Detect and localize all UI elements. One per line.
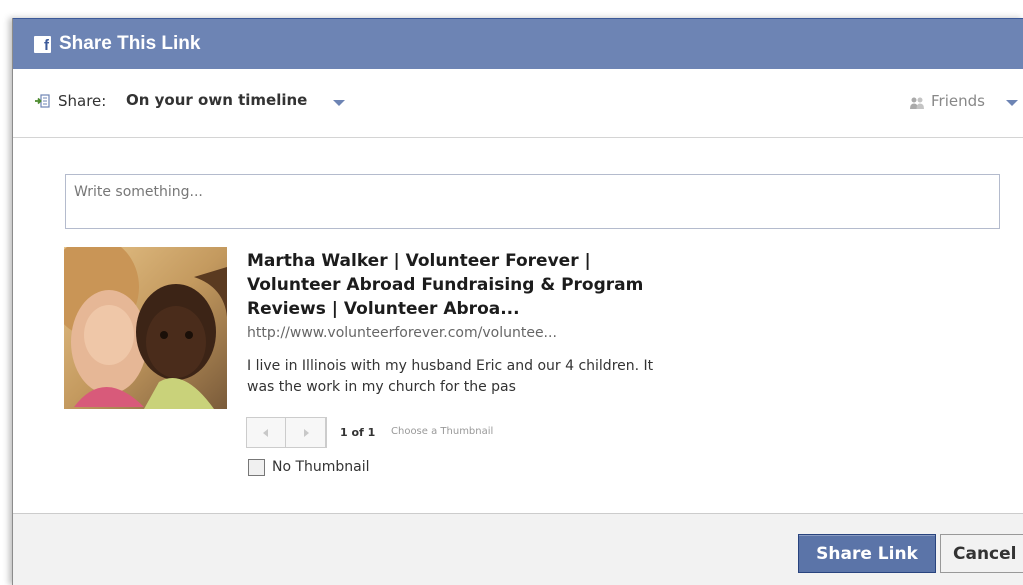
previous-thumbnail-button[interactable]: [246, 417, 286, 448]
link-url: http://www.volunteerforever.com/voluntee…: [247, 325, 557, 341]
share-label: Share:: [58, 92, 107, 110]
share-dialog: f Share This Link Share: On your own tim…: [12, 18, 1023, 585]
audience-chevron-down-icon[interactable]: [1006, 100, 1018, 106]
link-description[interactable]: I live in Illinois with my husband Eric …: [247, 356, 677, 398]
choose-thumbnail-label: Choose a Thumbnail: [391, 426, 494, 437]
facebook-logo-icon: f: [34, 35, 51, 53]
share-options-bar: Share: On your own timeline Friends: [13, 68, 1023, 138]
cancel-button[interactable]: Cancel: [940, 534, 1023, 573]
pager-divider: [326, 417, 327, 448]
thumbnail-pager: [246, 417, 326, 448]
dialog-footer: Share Link Cancel: [13, 513, 1023, 585]
thumbnail-page-count: 1 of 1: [340, 426, 376, 439]
thumbnail-photo: [64, 247, 227, 409]
link-title[interactable]: Martha Walker | Volunteer Forever | Volu…: [247, 249, 687, 321]
dialog-title: Share This Link: [59, 33, 201, 54]
link-thumbnail: [64, 247, 227, 409]
chevron-down-icon[interactable]: [333, 100, 345, 106]
share-target-dropdown[interactable]: On your own timeline: [126, 91, 307, 109]
audience-selector[interactable]: Friends: [931, 92, 985, 110]
share-icon: [35, 94, 50, 108]
no-thumbnail-checkbox[interactable]: [248, 459, 265, 476]
arrow-right-icon: [303, 428, 309, 437]
friends-icon: [910, 97, 924, 109]
arrow-left-icon: [263, 428, 268, 437]
no-thumbnail-label[interactable]: No Thumbnail: [272, 459, 370, 475]
next-thumbnail-button[interactable]: [286, 417, 326, 448]
dialog-titlebar: f Share This Link: [13, 18, 1023, 69]
share-link-button[interactable]: Share Link: [798, 534, 936, 573]
write-something-input[interactable]: Write something...: [65, 174, 1000, 229]
